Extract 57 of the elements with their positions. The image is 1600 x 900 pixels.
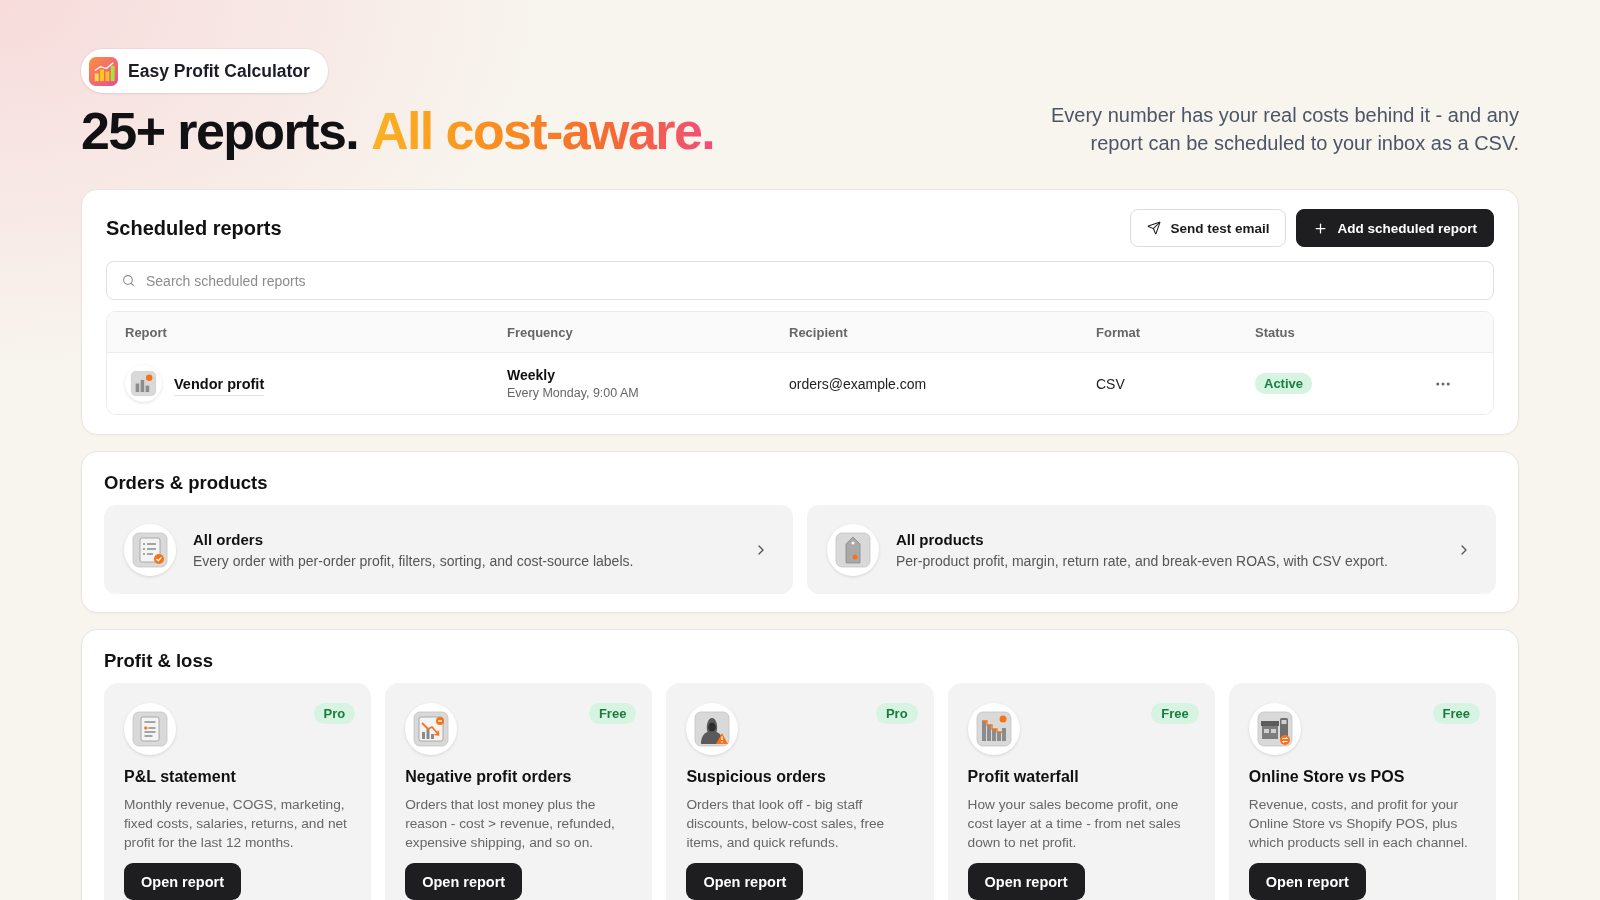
bar-chart-icon [967, 703, 1020, 755]
status-badge: Active [1255, 373, 1313, 394]
recipient-cell-text: orders@example.com [789, 375, 928, 392]
column-header: Status [1255, 324, 1296, 340]
price-tag-icon [827, 523, 879, 576]
plan-badge: Pro [313, 703, 356, 724]
report-name-link[interactable]: Vendor profit [174, 375, 265, 396]
open-report-button[interactable]: Open report [967, 863, 1085, 900]
search-field[interactable]: Search scheduled reports [106, 261, 1494, 300]
plus-icon [1313, 220, 1329, 236]
report-tile[interactable]: All products Per-product profit, margin, return rate, and break-even ROAS, with CSV export. [807, 505, 1496, 594]
tile-title: All orders [193, 530, 265, 548]
section-title: Profit & loss [104, 649, 214, 673]
report-description: Orders that lost money plus the reason - cost > revenue, refunded, expensive shipping, and so on. [405, 796, 616, 852]
bar-chart-logo-icon [89, 56, 118, 86]
column-header: Frequency [507, 324, 574, 340]
section-title: Scheduled reports [106, 215, 282, 241]
open-report-button[interactable]: Open report [686, 863, 804, 900]
schedule-text: Every Monday, 9:00 AM [507, 386, 640, 400]
report-description: Monthly revenue, COGS, marketing, fixed costs, salaries, returns, and net profit for the last 12 months. [124, 796, 348, 852]
column-header: Recipient [789, 324, 849, 340]
document-icon [124, 703, 176, 755]
report-description: Revenue, costs, and profit for your Online Store vs Shopify POS, plus which products sell in each channel. [1248, 796, 1469, 852]
tile-title: All products [896, 530, 985, 548]
format-cell-text: CSV [1096, 375, 1126, 392]
report-title: Negative profit orders [405, 767, 572, 787]
hooded-figure-warning-icon [686, 703, 739, 755]
tile-description: Every order with per-order profit, filters, sorting, and cost-source labels. [193, 552, 635, 569]
report-title: Profit waterfall [967, 767, 1079, 787]
report-tile[interactable]: All orders Every order with per-order profit, filters, sorting, and cost-source labels. [104, 505, 793, 594]
frequency-text: Weekly [507, 367, 556, 383]
headline-text: 25+ reports. [81, 103, 359, 160]
open-report-button[interactable]: Open report [124, 863, 241, 900]
section-title: Orders & products [104, 471, 269, 495]
search-icon [122, 274, 135, 287]
column-header: Report [125, 324, 168, 340]
plan-badge: Free [1432, 703, 1480, 724]
report-description: How your sales become profit, one cost layer at a time - from net sales down to net profit. [967, 796, 1182, 852]
open-report-button[interactable]: Open report [1248, 863, 1366, 900]
column-header: Format [1096, 324, 1142, 340]
report-description: Orders that look off - big staff discounts, below-cost sales, free items, and quick refunds. [686, 796, 886, 852]
plan-badge: Free [1151, 703, 1199, 724]
plan-badge: Pro [875, 703, 918, 724]
app-name: Easy Profit Calculator [128, 60, 310, 82]
plan-badge: Free [588, 703, 637, 724]
open-report-button[interactable]: Open report [405, 863, 523, 900]
send-test-email-button[interactable]: Send test email [1130, 209, 1287, 247]
send-icon [1147, 221, 1162, 235]
store-and-terminal-icon [1248, 703, 1301, 755]
tile-description: Per-product profit, margin, return rate, and break-even ROAS, with CSV export. [896, 552, 1389, 569]
report-title: Suspicious orders [686, 767, 826, 787]
report-title: P&L statement [124, 767, 236, 787]
falling-chart-icon [405, 703, 458, 755]
report-title: Online Store vs POS [1248, 767, 1405, 787]
add-report-button[interactable]: Add scheduled report [1296, 209, 1494, 247]
checklist-icon [124, 523, 176, 576]
hero-subtitle: Every number has your real costs behind it - and any report can be scheduled to your inbox as a CSV. [1049, 103, 1519, 156]
